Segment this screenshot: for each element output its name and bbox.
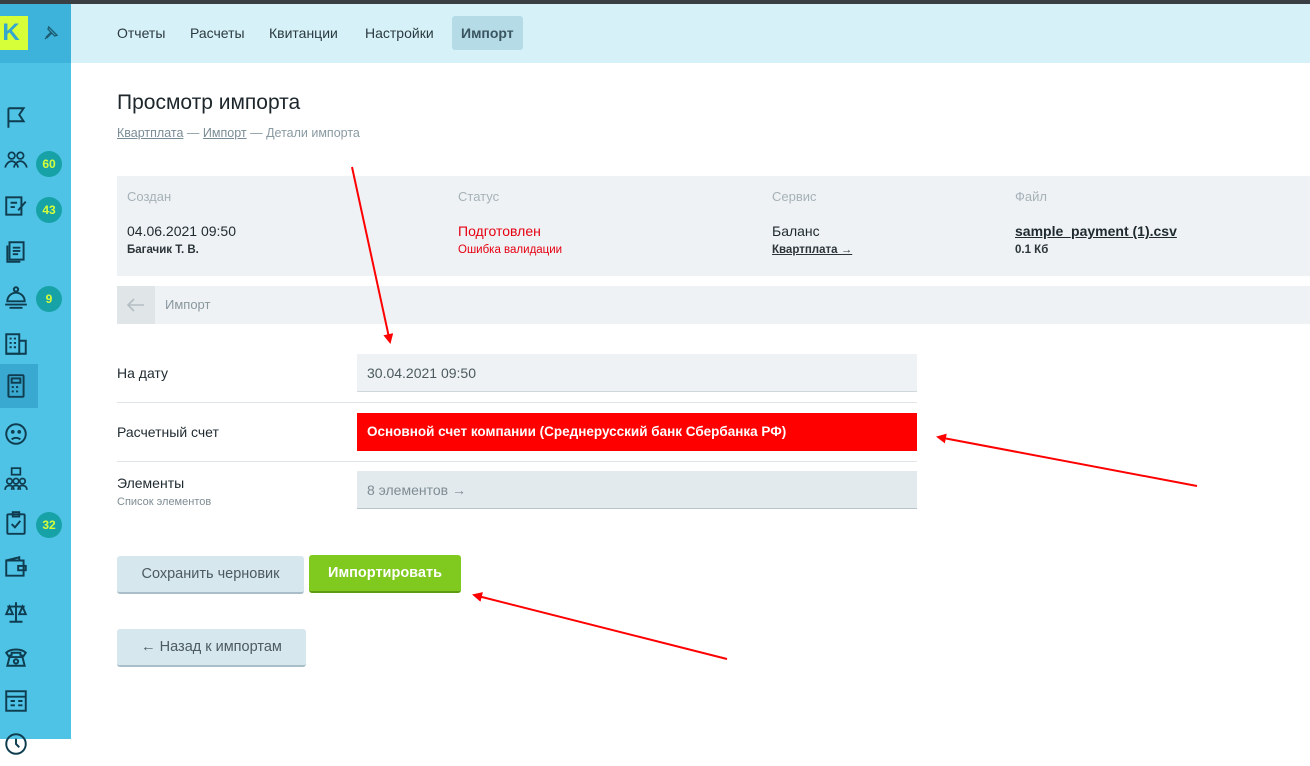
sidebar-item-buildings[interactable]: [0, 322, 40, 366]
residents-count-badge: 60: [36, 151, 62, 177]
sidebar-item-site[interactable]: [0, 679, 40, 723]
created-author: Багачик Т. В.: [127, 244, 199, 256]
sidebar-item-requests[interactable]: [0, 184, 40, 228]
breadcrumb-kvartplata[interactable]: Квартплата: [117, 126, 183, 140]
elements-field[interactable]: 8 элементов →: [357, 471, 917, 509]
import-section-label: Импорт: [165, 297, 211, 312]
documents-icon: [6, 241, 25, 263]
service-bell-icon: [5, 286, 27, 309]
tab-receipts[interactable]: Квитанции: [260, 16, 347, 50]
breadcrumb-current: Детали импорта: [266, 126, 360, 140]
requests-count-badge: 43: [36, 197, 62, 223]
file-size: 0.1 Кб: [1015, 244, 1049, 256]
tasks-count-badge: 32: [36, 512, 62, 538]
wallet-icon: [5, 556, 27, 577]
people-icon: [4, 151, 28, 168]
file-label: Файл: [1015, 189, 1047, 204]
browser-window-icon: [5, 690, 27, 712]
breadcrumb-import[interactable]: Импорт: [203, 126, 247, 140]
sidebar-item-staff[interactable]: [0, 457, 40, 501]
sidebar-item-tasks[interactable]: [0, 501, 40, 545]
date-field[interactable]: 30.04.2021 09:50: [357, 354, 917, 392]
edit-document-icon: [5, 196, 27, 216]
sidebar-item-flag[interactable]: [0, 96, 40, 140]
services-count-badge: 9: [36, 286, 62, 312]
elements-label: Элементы: [117, 475, 185, 491]
status-label: Статус: [458, 189, 500, 204]
import-info-panel: Создан 04.06.2021 09:50 Багачик Т. В. Ст…: [117, 176, 1310, 276]
back-to-imports-button[interactable]: ← Назад к импортам: [117, 629, 306, 667]
import-section-header: Импорт: [117, 286, 1310, 324]
tab-calculations[interactable]: Расчеты: [181, 16, 254, 50]
sidebar-item-documents[interactable]: [0, 230, 40, 274]
sidebar-item-calculations[interactable]: [0, 364, 38, 408]
status-value: Подготовлен: [458, 223, 541, 239]
logo[interactable]: K: [0, 16, 28, 50]
service-link[interactable]: Квартплата →: [772, 244, 852, 256]
import-button[interactable]: Импортировать: [309, 555, 461, 593]
elements-sublabel: Список элементов: [117, 496, 212, 508]
logo-letter: K: [2, 19, 20, 46]
service-value: Баланс: [772, 223, 820, 239]
clipboard-check-icon: [6, 511, 26, 535]
breadcrumb: Квартплата — Импорт — Детали импорта: [117, 126, 360, 140]
annotation-arrow-to-import-button: [472, 592, 728, 660]
annotation-arrow-to-account: [936, 433, 1198, 487]
tab-import[interactable]: Импорт: [452, 16, 523, 50]
form-divider: [117, 461, 917, 462]
service-label: Сервис: [772, 189, 817, 204]
breadcrumb-separator: —: [250, 126, 263, 140]
page-title: Просмотр импорта: [117, 91, 301, 114]
tab-reports[interactable]: Отчеты: [108, 16, 174, 50]
calculator-icon: [7, 374, 25, 398]
phone-icon: [4, 648, 28, 667]
sidebar-item-legal[interactable]: [0, 590, 40, 634]
sidebar: K 60 43 9 32: [0, 4, 71, 755]
save-draft-button[interactable]: Сохранить черновик: [117, 556, 304, 594]
scales-icon: [4, 602, 28, 623]
form-divider: [117, 402, 917, 403]
flag-icon: [7, 107, 26, 128]
section-back-button[interactable]: [117, 286, 155, 324]
created-label: Создан: [127, 189, 172, 204]
created-date: 04.06.2021 09:50: [127, 223, 236, 239]
sidebar-item-wallet[interactable]: [0, 545, 40, 589]
sidebar-item-services[interactable]: [0, 275, 40, 319]
date-label: На дату: [117, 365, 169, 381]
logo-area: K: [0, 4, 71, 63]
status-error: Ошибка валидации: [458, 244, 563, 256]
top-navigation: Отчеты Расчеты Квитанции Настройки Импор…: [71, 4, 1310, 63]
team-icon: [4, 467, 28, 490]
building-icon: [5, 333, 27, 355]
sidebar-item-dispatcher[interactable]: [0, 634, 40, 678]
account-label: Расчетный счет: [117, 424, 219, 440]
sad-face-icon: [5, 423, 27, 445]
pin-icon[interactable]: [42, 24, 60, 42]
breadcrumb-separator: —: [186, 126, 200, 140]
sidebar-item-more[interactable]: [0, 722, 40, 766]
sidebar-item-complaints[interactable]: [0, 412, 40, 456]
account-field[interactable]: Основной счет компании (Среднерусский ба…: [357, 413, 917, 451]
arrow-left-icon: [127, 298, 144, 312]
tab-settings[interactable]: Настройки: [356, 16, 443, 50]
sidebar-item-residents[interactable]: [0, 138, 40, 182]
clock-icon: [5, 733, 27, 755]
file-link[interactable]: sample_payment (1).csv: [1015, 223, 1177, 239]
